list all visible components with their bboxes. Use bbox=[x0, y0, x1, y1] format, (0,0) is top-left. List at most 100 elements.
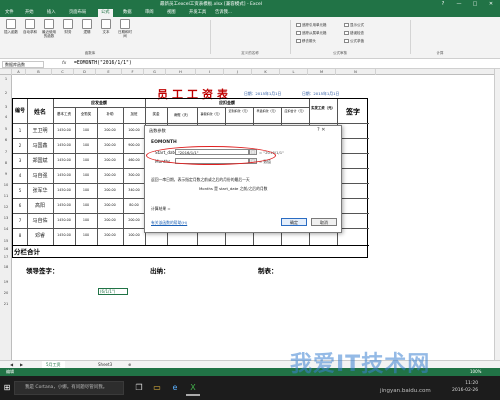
row-header[interactable]: 7 bbox=[0, 150, 12, 154]
salary-cell[interactable]: 1450.00 bbox=[53, 173, 75, 177]
row-header[interactable]: 6 bbox=[0, 138, 12, 142]
tab-data[interactable]: 数据 bbox=[120, 9, 135, 17]
salary-cell[interactable]: 200.00 bbox=[97, 188, 123, 192]
row-header[interactable]: 2 bbox=[0, 91, 12, 95]
date-time-button[interactable]: 日期和时间 bbox=[117, 19, 133, 38]
salary-cell[interactable]: 200.00 bbox=[97, 143, 123, 147]
tell-me-search[interactable]: 告诉我... bbox=[212, 9, 235, 17]
row-header[interactable]: 15 bbox=[0, 239, 12, 243]
remove-arrows-button[interactable]: 移去箭头 bbox=[296, 38, 316, 44]
tab-file[interactable]: 文件 bbox=[2, 9, 17, 17]
row-header[interactable]: 1 bbox=[0, 77, 12, 81]
minimize-button[interactable]: — bbox=[452, 0, 466, 8]
row-header[interactable]: 14 bbox=[0, 227, 12, 231]
salary-cell[interactable]: 1450.00 bbox=[53, 188, 75, 192]
row-header[interactable]: 11 bbox=[0, 194, 12, 198]
formula-input[interactable]: =EOMONTH("2016/1/1") bbox=[74, 61, 132, 66]
header-should-pay: 应发金额 bbox=[91, 100, 107, 105]
arg-description: Months 是 start_date 之前/之后的月数 bbox=[199, 186, 268, 191]
row-header[interactable]: 16 bbox=[0, 247, 12, 251]
help-link[interactable]: 有关该函数的帮助(H) bbox=[151, 220, 187, 226]
salary-cell[interactable]: 200.00 bbox=[97, 128, 123, 132]
recent-functions-button[interactable]: 最近使用的函数 bbox=[41, 19, 57, 38]
row-header[interactable]: 17 bbox=[0, 255, 12, 259]
salary-cell[interactable]: 200.00 bbox=[97, 173, 123, 177]
salary-cell[interactable]: 100.00 bbox=[123, 128, 145, 132]
task-view-icon[interactable]: ❐ bbox=[132, 380, 146, 396]
salary-cell[interactable]: 300.00 bbox=[123, 173, 145, 177]
financial-button[interactable]: 财务 bbox=[60, 19, 76, 34]
edge-icon[interactable]: e bbox=[168, 380, 182, 396]
show-formulas-button[interactable]: 显示公式 bbox=[344, 22, 364, 28]
employee-id: 4 bbox=[18, 173, 22, 178]
name-box[interactable]: 数据库函数 bbox=[2, 61, 44, 68]
autosum-button[interactable]: 自动求和 bbox=[22, 19, 38, 34]
salary-cell[interactable]: 200.00 bbox=[97, 203, 123, 207]
insert-function-button[interactable]: 插入函数 bbox=[3, 19, 19, 34]
salary-cell[interactable]: 1450.00 bbox=[53, 218, 75, 222]
salary-cell[interactable]: 200.00 bbox=[123, 218, 145, 222]
salary-cell[interactable]: 1450.00 bbox=[53, 158, 75, 162]
row-header[interactable]: 4 bbox=[0, 115, 12, 119]
eraser-icon bbox=[296, 39, 301, 43]
row-header[interactable]: 21 bbox=[0, 302, 12, 306]
salary-cell[interactable]: 340.00 bbox=[123, 188, 145, 192]
salary-cell[interactable]: 200.00 bbox=[97, 218, 123, 222]
salary-cell[interactable]: 100 bbox=[75, 158, 97, 162]
tab-home[interactable]: 开始 bbox=[22, 9, 37, 17]
evaluate-formula-button[interactable]: 公式求值 bbox=[344, 38, 364, 44]
cancel-button[interactable]: 取消 bbox=[311, 218, 337, 226]
help-icon[interactable]: ? bbox=[436, 0, 450, 8]
row-header[interactable]: 10 bbox=[0, 183, 12, 187]
salary-cell[interactable]: 200.00 bbox=[97, 158, 123, 162]
tab-view[interactable]: 视图 bbox=[164, 9, 179, 17]
active-cell[interactable]: (6/1/1") bbox=[98, 288, 128, 295]
salary-cell[interactable]: 100 bbox=[75, 203, 97, 207]
tab-page-layout[interactable]: 页面布局 bbox=[66, 9, 89, 17]
row-header[interactable]: 20 bbox=[0, 291, 12, 295]
trace-precedents-button[interactable]: 追踪引用单元格 bbox=[296, 22, 327, 28]
row-header[interactable]: 12 bbox=[0, 205, 12, 209]
row-header[interactable]: 8 bbox=[0, 161, 12, 165]
salary-cell[interactable]: 460.00 bbox=[123, 158, 145, 162]
cortana-search-input[interactable]: 我是 Cortana，小娜。有问题尽管问我。 bbox=[14, 381, 124, 395]
salary-cell[interactable]: 100 bbox=[75, 218, 97, 222]
zoom-level[interactable]: 100% bbox=[470, 368, 481, 376]
row-header[interactable]: 13 bbox=[0, 216, 12, 220]
salary-cell[interactable]: 200.00 bbox=[97, 233, 123, 237]
close-button[interactable]: ✕ bbox=[484, 0, 498, 8]
salary-cell[interactable]: 100.00 bbox=[123, 233, 145, 237]
row-header[interactable]: 5 bbox=[0, 127, 12, 131]
start-icon[interactable]: ⊞ bbox=[0, 380, 14, 396]
tab-formulas[interactable]: 公式 bbox=[98, 9, 113, 17]
salary-cell[interactable]: 900.00 bbox=[123, 143, 145, 147]
text-button[interactable]: 文本 bbox=[98, 19, 114, 34]
salary-cell[interactable]: 80.00 bbox=[123, 203, 145, 207]
salary-cell[interactable]: 1450.00 bbox=[53, 203, 75, 207]
tab-insert[interactable]: 插入 bbox=[44, 9, 59, 17]
file-explorer-icon[interactable]: ▭ bbox=[150, 380, 164, 396]
salary-cell[interactable]: 100 bbox=[75, 143, 97, 147]
vertical-scrollbar[interactable] bbox=[494, 69, 500, 360]
fx-icon[interactable]: fx bbox=[62, 61, 66, 66]
row-header[interactable]: 19 bbox=[0, 280, 12, 284]
salary-cell[interactable]: 1450.00 bbox=[53, 143, 75, 147]
salary-cell[interactable]: 100 bbox=[75, 173, 97, 177]
salary-cell[interactable]: 100 bbox=[75, 233, 97, 237]
salary-cell[interactable]: 100 bbox=[75, 188, 97, 192]
excel-icon[interactable]: X bbox=[186, 380, 200, 396]
row-header[interactable]: 3 bbox=[0, 105, 12, 109]
trace-dependents-button[interactable]: 追踪从属单元格 bbox=[296, 30, 327, 36]
error-checking-button[interactable]: 错误检查 bbox=[344, 30, 364, 36]
ok-button[interactable]: 确定 bbox=[281, 218, 307, 226]
tab-review[interactable]: 审阅 bbox=[142, 9, 157, 17]
tab-developer[interactable]: 开发工具 bbox=[186, 9, 209, 17]
salary-cell[interactable]: 100 bbox=[75, 128, 97, 132]
row-header[interactable]: 18 bbox=[0, 265, 12, 269]
maximize-button[interactable]: □ bbox=[468, 0, 482, 8]
salary-cell[interactable]: 1450.00 bbox=[53, 128, 75, 132]
dialog-close-controls[interactable]: ? ✕ bbox=[317, 127, 325, 133]
row-header[interactable]: 9 bbox=[0, 172, 12, 176]
logical-button[interactable]: 逻辑 bbox=[79, 19, 95, 34]
salary-cell[interactable]: 1450.00 bbox=[53, 233, 75, 237]
